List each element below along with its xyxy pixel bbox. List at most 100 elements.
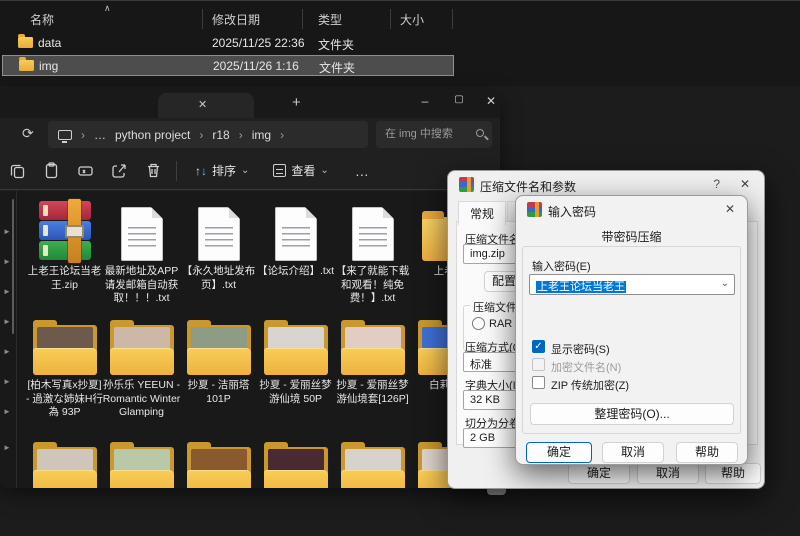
column-header-name[interactable]: 名称 xyxy=(30,11,54,28)
view-label: 查看 xyxy=(291,162,315,179)
ok-button[interactable]: 确定 xyxy=(568,463,630,484)
show-password-checkbox[interactable]: ✓ xyxy=(532,340,545,353)
search-input[interactable]: 在 img 中搜索 xyxy=(376,121,492,148)
password-input[interactable]: 上老王论坛当老王 ⌄ xyxy=(529,274,735,295)
explorer-tab[interactable]: ✕ xyxy=(158,93,254,118)
copy-icon[interactable] xyxy=(0,161,34,180)
minimize-button[interactable]: – xyxy=(412,94,438,108)
file-date: 2025/11/25 22:36 xyxy=(212,36,305,50)
organize-passwords-button[interactable]: 整理密码(O)... xyxy=(530,403,734,425)
zip-legacy-checkbox[interactable] xyxy=(532,376,545,389)
cancel-button[interactable]: 取消 xyxy=(637,463,699,484)
column-header-type[interactable]: 类型 xyxy=(318,11,342,28)
text-file-icon xyxy=(121,207,163,261)
text-file-icon xyxy=(352,207,394,261)
share-icon[interactable] xyxy=(102,161,136,180)
file-item[interactable] xyxy=(257,435,334,488)
file-item[interactable]: [柏木写真x抄夏] - 過激な姉妹H行為 93P xyxy=(26,313,103,420)
chevron-down-icon[interactable]: ⌄ xyxy=(721,278,729,289)
help-icon[interactable]: ? xyxy=(713,177,720,191)
file-label: 孙乐乐 YEEUN - Romantic Winter Glamping xyxy=(103,379,181,420)
close-button[interactable]: ✕ xyxy=(478,94,500,108)
file-grid-area: ►► ►► ►► ►► 上老王论坛当老王.zip 最新地址及APP请发邮箱自动获… xyxy=(0,191,500,488)
chevron-icon: › xyxy=(199,128,203,142)
file-item[interactable]: 抄夏 - 爱丽丝梦游仙境 50P xyxy=(257,313,334,420)
folder-thumbnail-icon xyxy=(110,447,174,488)
column-divider[interactable] xyxy=(452,9,453,29)
file-item[interactable]: 【来了就能下载和观看！纯免费！】.txt xyxy=(334,199,411,306)
navigation-pane-edge[interactable]: ►► ►► ►► ►► xyxy=(0,191,17,488)
chevron-icon: › xyxy=(239,128,243,142)
column-header-size[interactable]: 大小 xyxy=(400,11,424,28)
this-pc-icon[interactable] xyxy=(58,130,72,140)
archive-dialog-titlebar[interactable]: 压缩文件名和参数 ? ✕ xyxy=(448,171,764,198)
refresh-icon[interactable]: ⟳ xyxy=(22,125,34,142)
file-item[interactable] xyxy=(103,435,180,488)
breadcrumb-segment[interactable]: img xyxy=(252,128,271,142)
file-label: 【永久地址发布页】.txt xyxy=(180,265,258,292)
column-divider[interactable] xyxy=(202,9,203,29)
file-name: data xyxy=(38,36,61,50)
file-item[interactable]: 抄夏 - 洁丽塔 101P xyxy=(180,313,257,420)
help-button[interactable]: 帮助 xyxy=(705,463,761,484)
file-name: img xyxy=(39,59,58,73)
dialog-title: 压缩文件名和参数 xyxy=(480,178,576,195)
table-row-selected[interactable]: img 2025/11/26 1:16 文件夹 xyxy=(2,55,454,76)
table-row[interactable]: data 2025/11/25 22:36 文件夹 xyxy=(2,33,454,54)
cancel-button[interactable]: 取消 xyxy=(602,442,664,463)
file-item[interactable] xyxy=(26,435,103,488)
file-item[interactable] xyxy=(334,435,411,488)
file-item[interactable]: 【永久地址发布页】.txt xyxy=(180,199,257,306)
column-divider[interactable] xyxy=(302,9,303,29)
password-dialog-titlebar[interactable]: 输入密码 ✕ xyxy=(516,196,747,223)
file-type: 文件夹 xyxy=(318,36,354,53)
toolbar: ↑↓ 排序 ⌄ 查看 ⌄ … xyxy=(0,152,500,190)
close-icon[interactable]: ✕ xyxy=(725,202,735,216)
column-divider[interactable] xyxy=(390,9,391,29)
winrar-archive-icon xyxy=(39,201,91,261)
breadcrumb-ellipsis[interactable]: … xyxy=(94,128,106,142)
sort-button[interactable]: ↑↓ 排序 ⌄ xyxy=(183,162,261,179)
file-item[interactable]: 抄夏 - 爱丽丝梦游仙境套[126P] xyxy=(334,313,411,420)
close-icon[interactable]: ✕ xyxy=(740,177,750,191)
winrar-app-icon xyxy=(459,177,474,192)
encrypt-names-checkbox xyxy=(532,358,545,371)
folder-thumbnail-icon xyxy=(264,325,328,375)
file-grid-row: [柏木写真x抄夏] - 過激な姉妹H行為 93P 孙乐乐 YEEUN - Rom… xyxy=(26,313,492,420)
column-header-row: ∧ 名称 修改日期 类型 大小 xyxy=(0,6,456,30)
file-date: 2025/11/26 1:16 xyxy=(213,59,299,73)
file-label: [柏木写真x抄夏] - 過激な姉妹H行為 93P xyxy=(26,379,104,420)
enter-password-label: 输入密码(E) xyxy=(532,258,591,274)
file-item[interactable]: 上老王论坛当老王.zip xyxy=(26,199,103,306)
more-options-button[interactable]: … xyxy=(341,163,384,179)
file-item[interactable]: 最新地址及APP请发邮箱自动获取！！！.txt xyxy=(103,199,180,306)
search-icon[interactable] xyxy=(476,129,484,137)
ok-button[interactable]: 确定 xyxy=(526,442,592,463)
new-tab-button[interactable]: + xyxy=(292,94,301,111)
view-button[interactable]: 查看 ⌄ xyxy=(261,162,340,179)
breadcrumb-segment[interactable]: r18 xyxy=(212,128,229,142)
column-header-date[interactable]: 修改日期 xyxy=(212,11,260,28)
breadcrumb-segment[interactable]: python project xyxy=(115,128,190,142)
maximize-button[interactable]: ▢ xyxy=(446,94,472,105)
chevron-down-icon: ⌄ xyxy=(241,165,249,176)
tab-close-icon[interactable]: ✕ xyxy=(198,98,207,111)
dialog-title: 输入密码 xyxy=(548,203,596,220)
toolbar-divider xyxy=(176,161,177,181)
file-item[interactable]: 孙乐乐 YEEUN - Romantic Winter Glamping xyxy=(103,313,180,420)
compression-method-value: 标准 xyxy=(470,359,492,371)
paste-icon[interactable] xyxy=(34,161,68,180)
delete-icon[interactable] xyxy=(136,161,170,180)
folder-icon xyxy=(19,60,34,71)
address-bar: ⟳ › … python project › r18 › img › 在 img… xyxy=(0,118,500,152)
format-rar-radio[interactable] xyxy=(472,317,485,330)
file-item[interactable]: 【论坛介绍】.txt xyxy=(257,199,334,306)
breadcrumb[interactable]: › … python project › r18 › img › xyxy=(48,121,368,148)
background-explorer-window: ∧ 名称 修改日期 类型 大小 data 2025/11/25 22:36 文件… xyxy=(0,0,800,86)
scrollbar[interactable] xyxy=(12,199,14,334)
tab-general[interactable]: 常规 xyxy=(458,201,506,225)
zip-legacy-label: ZIP 传统加密(Z) xyxy=(551,377,629,393)
rename-icon[interactable] xyxy=(68,161,102,180)
help-button[interactable]: 帮助 xyxy=(676,442,738,463)
file-item[interactable] xyxy=(180,435,257,488)
